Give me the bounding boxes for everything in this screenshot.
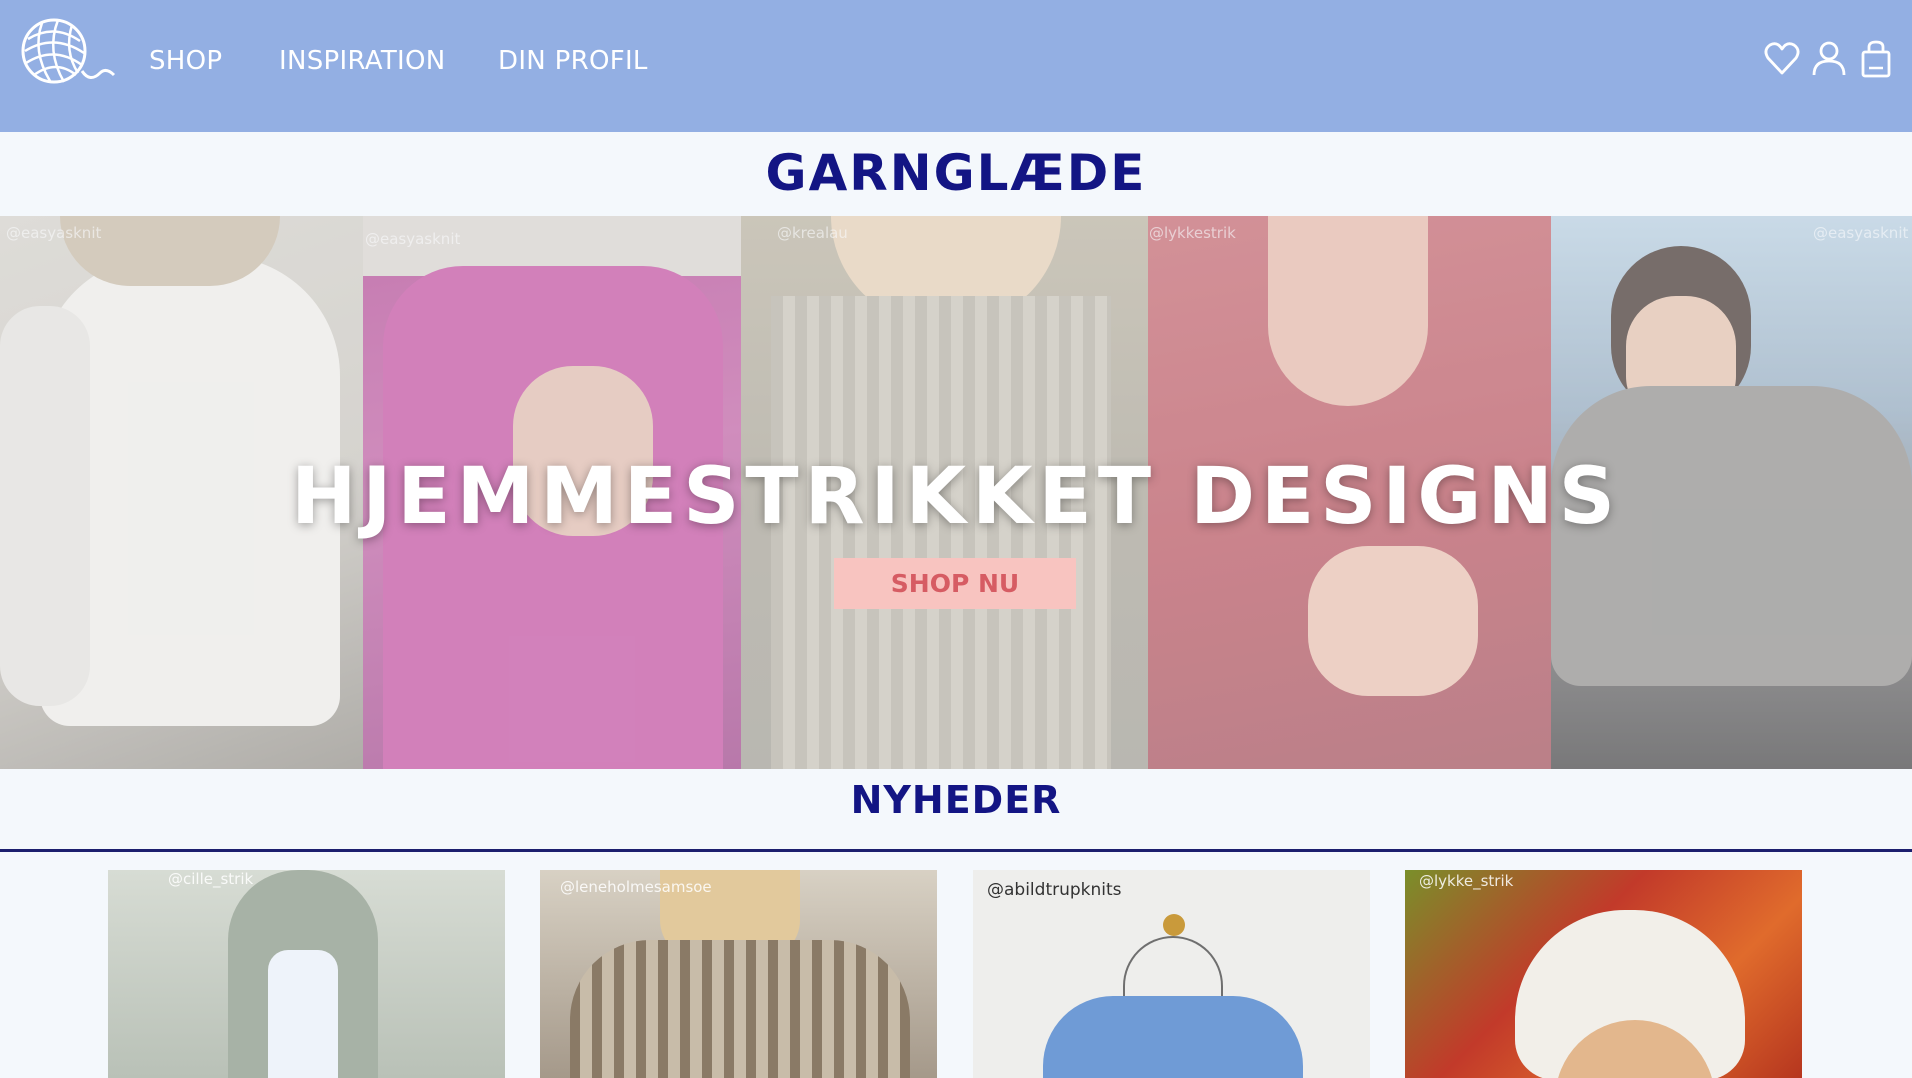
section-divider	[0, 849, 1912, 852]
nav-din-profil[interactable]: DIN PROFIL	[498, 46, 648, 76]
photo-credit: @lykke_strik	[1419, 872, 1514, 890]
news-section-title: NYHEDER	[850, 778, 1062, 822]
product-card-white-hat[interactable]: @lykke_strik	[1405, 870, 1802, 1078]
product-card-nordic-sweater[interactable]: @leneholmesamsoe	[540, 870, 937, 1078]
photo-credit: @cille_strik	[168, 870, 254, 888]
nav-inspiration[interactable]: INSPIRATION	[279, 46, 446, 76]
yarn-ball-logo[interactable]	[20, 15, 116, 89]
photo-credit: @leneholmesamsoe	[560, 878, 712, 896]
hero-banner: @easyasknit @easyasknit @krealau @lykkes…	[0, 216, 1912, 769]
top-navigation-bar: SHOP INSPIRATION DIN PROFIL	[0, 0, 1912, 132]
brand-title: GARNGLÆDE	[765, 144, 1147, 202]
photo-credit: @abildtrupknits	[987, 880, 1122, 900]
heart-icon[interactable]	[1764, 40, 1800, 78]
product-card-blue-sweater[interactable]: @abildtrupknits	[973, 870, 1370, 1078]
hero-title: HJEMMESTRIKKET DESIGNS	[291, 452, 1621, 542]
shop-now-button[interactable]: SHOP NU	[834, 558, 1076, 609]
user-icon[interactable]	[1811, 40, 1847, 78]
nav-shop[interactable]: SHOP	[149, 46, 222, 76]
product-card-cardigan[interactable]: @cille_strik	[108, 870, 505, 1078]
shopping-bag-icon[interactable]	[1858, 40, 1894, 78]
